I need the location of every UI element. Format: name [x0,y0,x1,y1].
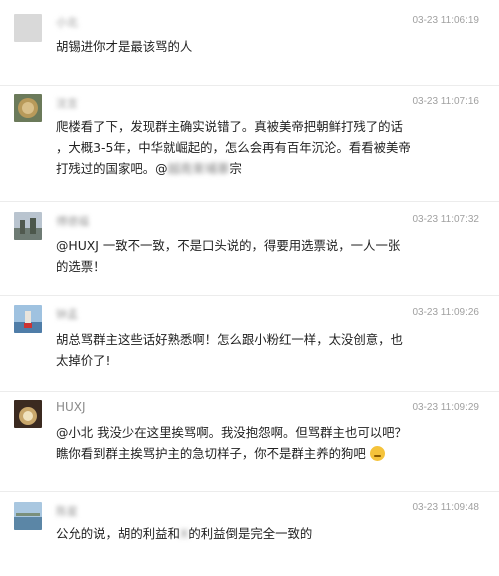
comment-item: 陈星 03-23 11:09:48 公允的说，胡的利益和X的利益倒是完全一致的 [0,492,499,576]
comment-time: 03-23 11:06:19 [412,15,479,26]
comment-item: 沈言 03-23 11:07:16 爬楼看了下，发现群主确实说错了。真被美帝把朝… [0,86,499,202]
thinking-face-emoji-icon [369,446,385,461]
comment-time: 03-23 11:09:48 [412,502,479,513]
blurred-mention: 越南柬埔寨 [167,161,230,176]
comment-time: 03-23 11:09:26 [412,307,479,318]
commenter-name[interactable]: 小北 [56,14,78,30]
avatar[interactable] [14,305,42,333]
avatar[interactable] [14,14,42,42]
avatar-image [14,94,42,122]
comment-item: HUXJ 03-23 11:09:29 @小北 我没少在这里挨骂啊。我没抱怨啊。… [0,392,499,492]
comment-time: 03-23 11:07:16 [412,96,479,107]
commenter-name[interactable]: 钟孟 [56,306,78,322]
comment-time: 03-23 11:09:29 [412,402,479,413]
comment-text: @HUXJ 一致不一致，不是口头说的，得要用选票说，一人一张 的选票！ [56,238,401,274]
avatar[interactable] [14,212,42,240]
avatar-image [14,400,42,428]
comment-feed: 小北 03-23 11:06:19 胡锡进你才是最该骂的人 沈言 03-23 1… [0,0,499,576]
comment-text: 胡锡进你才是最该骂的人 [56,39,193,54]
avatar-image [14,212,42,240]
commenter-name[interactable]: 傅德福 [56,213,89,229]
avatar[interactable] [14,400,42,428]
commenter-name[interactable]: 沈言 [56,95,78,111]
blurred-word: X [179,526,189,541]
commenter-name[interactable]: HUXJ [56,400,86,414]
avatar[interactable] [14,94,42,122]
comment-text: 公允的说，胡的利益和X的利益倒是完全一致的 [56,526,313,541]
commenter-name[interactable]: 陈星 [56,503,78,519]
comment-text: 爬楼看了下，发现群主确实说错了。真被美帝把朝鲜打残了的话 ，大概3-5年，中华就… [56,119,411,176]
avatar-image [14,502,42,530]
comment-item: 傅德福 03-23 11:07:32 @HUXJ 一致不一致，不是口头说的，得要… [0,202,499,296]
comment-text: 胡总骂群主这些话好熟悉啊！怎么跟小粉红一样，太没创意，也 太掉价了! [56,332,403,368]
comment-time: 03-23 11:07:32 [412,214,479,225]
comment-text: @小北 我没少在这里挨骂啊。我没抱怨啊。但骂群主也可以吧？ 瞧你看到群主挨骂护主… [56,425,407,461]
comment-item: 钟孟 03-23 11:09:26 胡总骂群主这些话好熟悉啊！怎么跟小粉红一样，… [0,296,499,392]
comment-item: 小北 03-23 11:06:19 胡锡进你才是最该骂的人 [0,0,499,86]
avatar[interactable] [14,502,42,530]
avatar-image [14,305,42,333]
